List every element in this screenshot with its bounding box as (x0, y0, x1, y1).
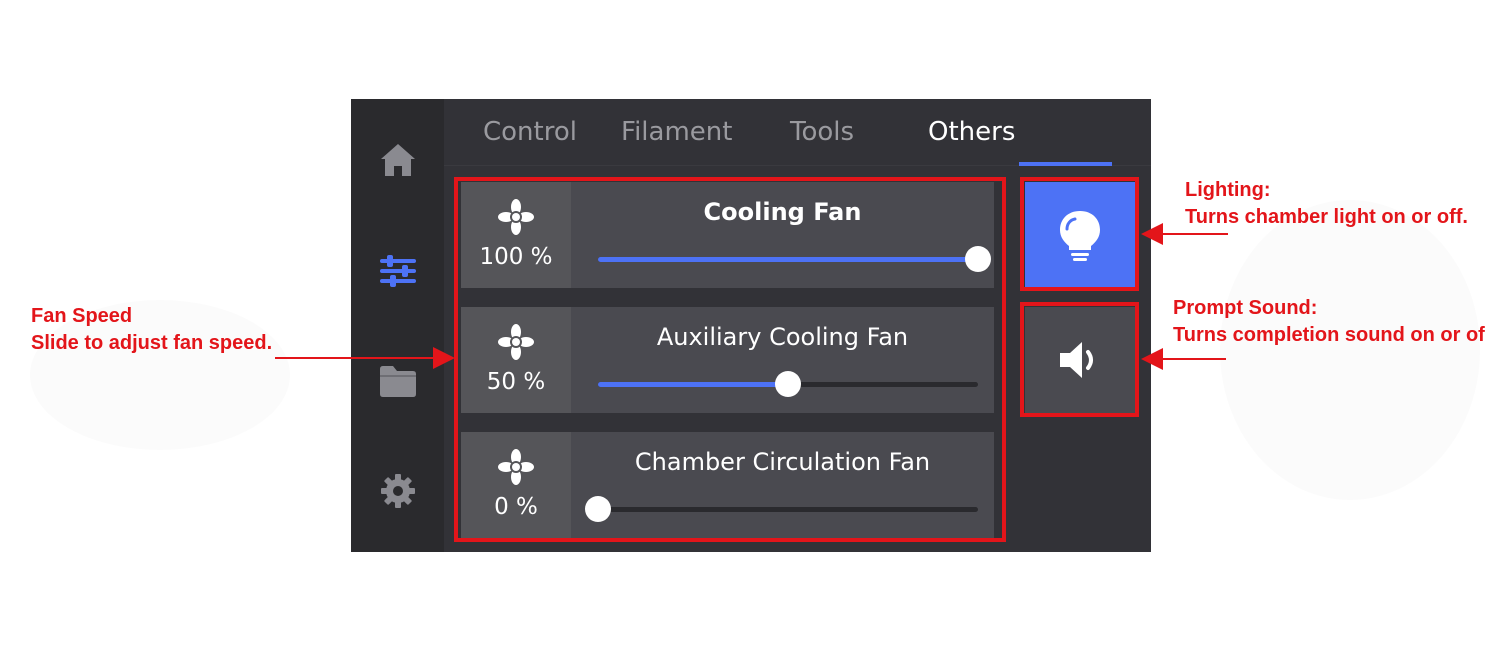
sidebar-item-files[interactable] (373, 356, 423, 406)
sidebar-item-controls[interactable] (373, 246, 423, 296)
sliders-icon (380, 255, 416, 287)
annotation-title: Fan Speed (31, 305, 133, 327)
gear-icon (381, 474, 415, 508)
tab-others[interactable]: Others (928, 117, 1015, 147)
lighting-arrow (1162, 233, 1228, 235)
arrow-head (1141, 223, 1163, 245)
fan-speed-highlight (454, 177, 1006, 542)
tab-tools[interactable]: Tools (790, 117, 854, 147)
arrow-head (433, 347, 455, 369)
annotation-title: Lighting: (1185, 179, 1271, 201)
tab-control[interactable]: Control (483, 117, 577, 147)
sound-highlight (1020, 302, 1139, 417)
lighting-highlight (1020, 177, 1139, 291)
annotation-text: Turns completion sound on or of (1173, 324, 1485, 346)
annotation-title: Prompt Sound: (1173, 297, 1318, 319)
lighting-annotation: Lighting: Turns chamber light on or off. (1185, 177, 1468, 231)
tab-filament[interactable]: Filament (621, 117, 732, 147)
fan-speed-annotation: Fan Speed Slide to adjust fan speed. (31, 303, 272, 357)
annotation-text: Slide to adjust fan speed. (31, 332, 273, 354)
active-tab-indicator (1019, 162, 1112, 166)
home-icon (381, 144, 415, 176)
folder-icon (380, 366, 416, 397)
fan-speed-arrow (275, 357, 435, 359)
sidebar-item-home[interactable] (373, 135, 423, 185)
sound-arrow (1162, 358, 1226, 360)
sound-annotation: Prompt Sound: Turns completion sound on … (1173, 295, 1485, 349)
sidebar (351, 99, 444, 552)
arrow-head (1141, 348, 1163, 370)
annotation-text: Turns chamber light on or off. (1185, 206, 1468, 228)
background-blob (1220, 200, 1480, 500)
sidebar-item-settings[interactable] (373, 466, 423, 516)
